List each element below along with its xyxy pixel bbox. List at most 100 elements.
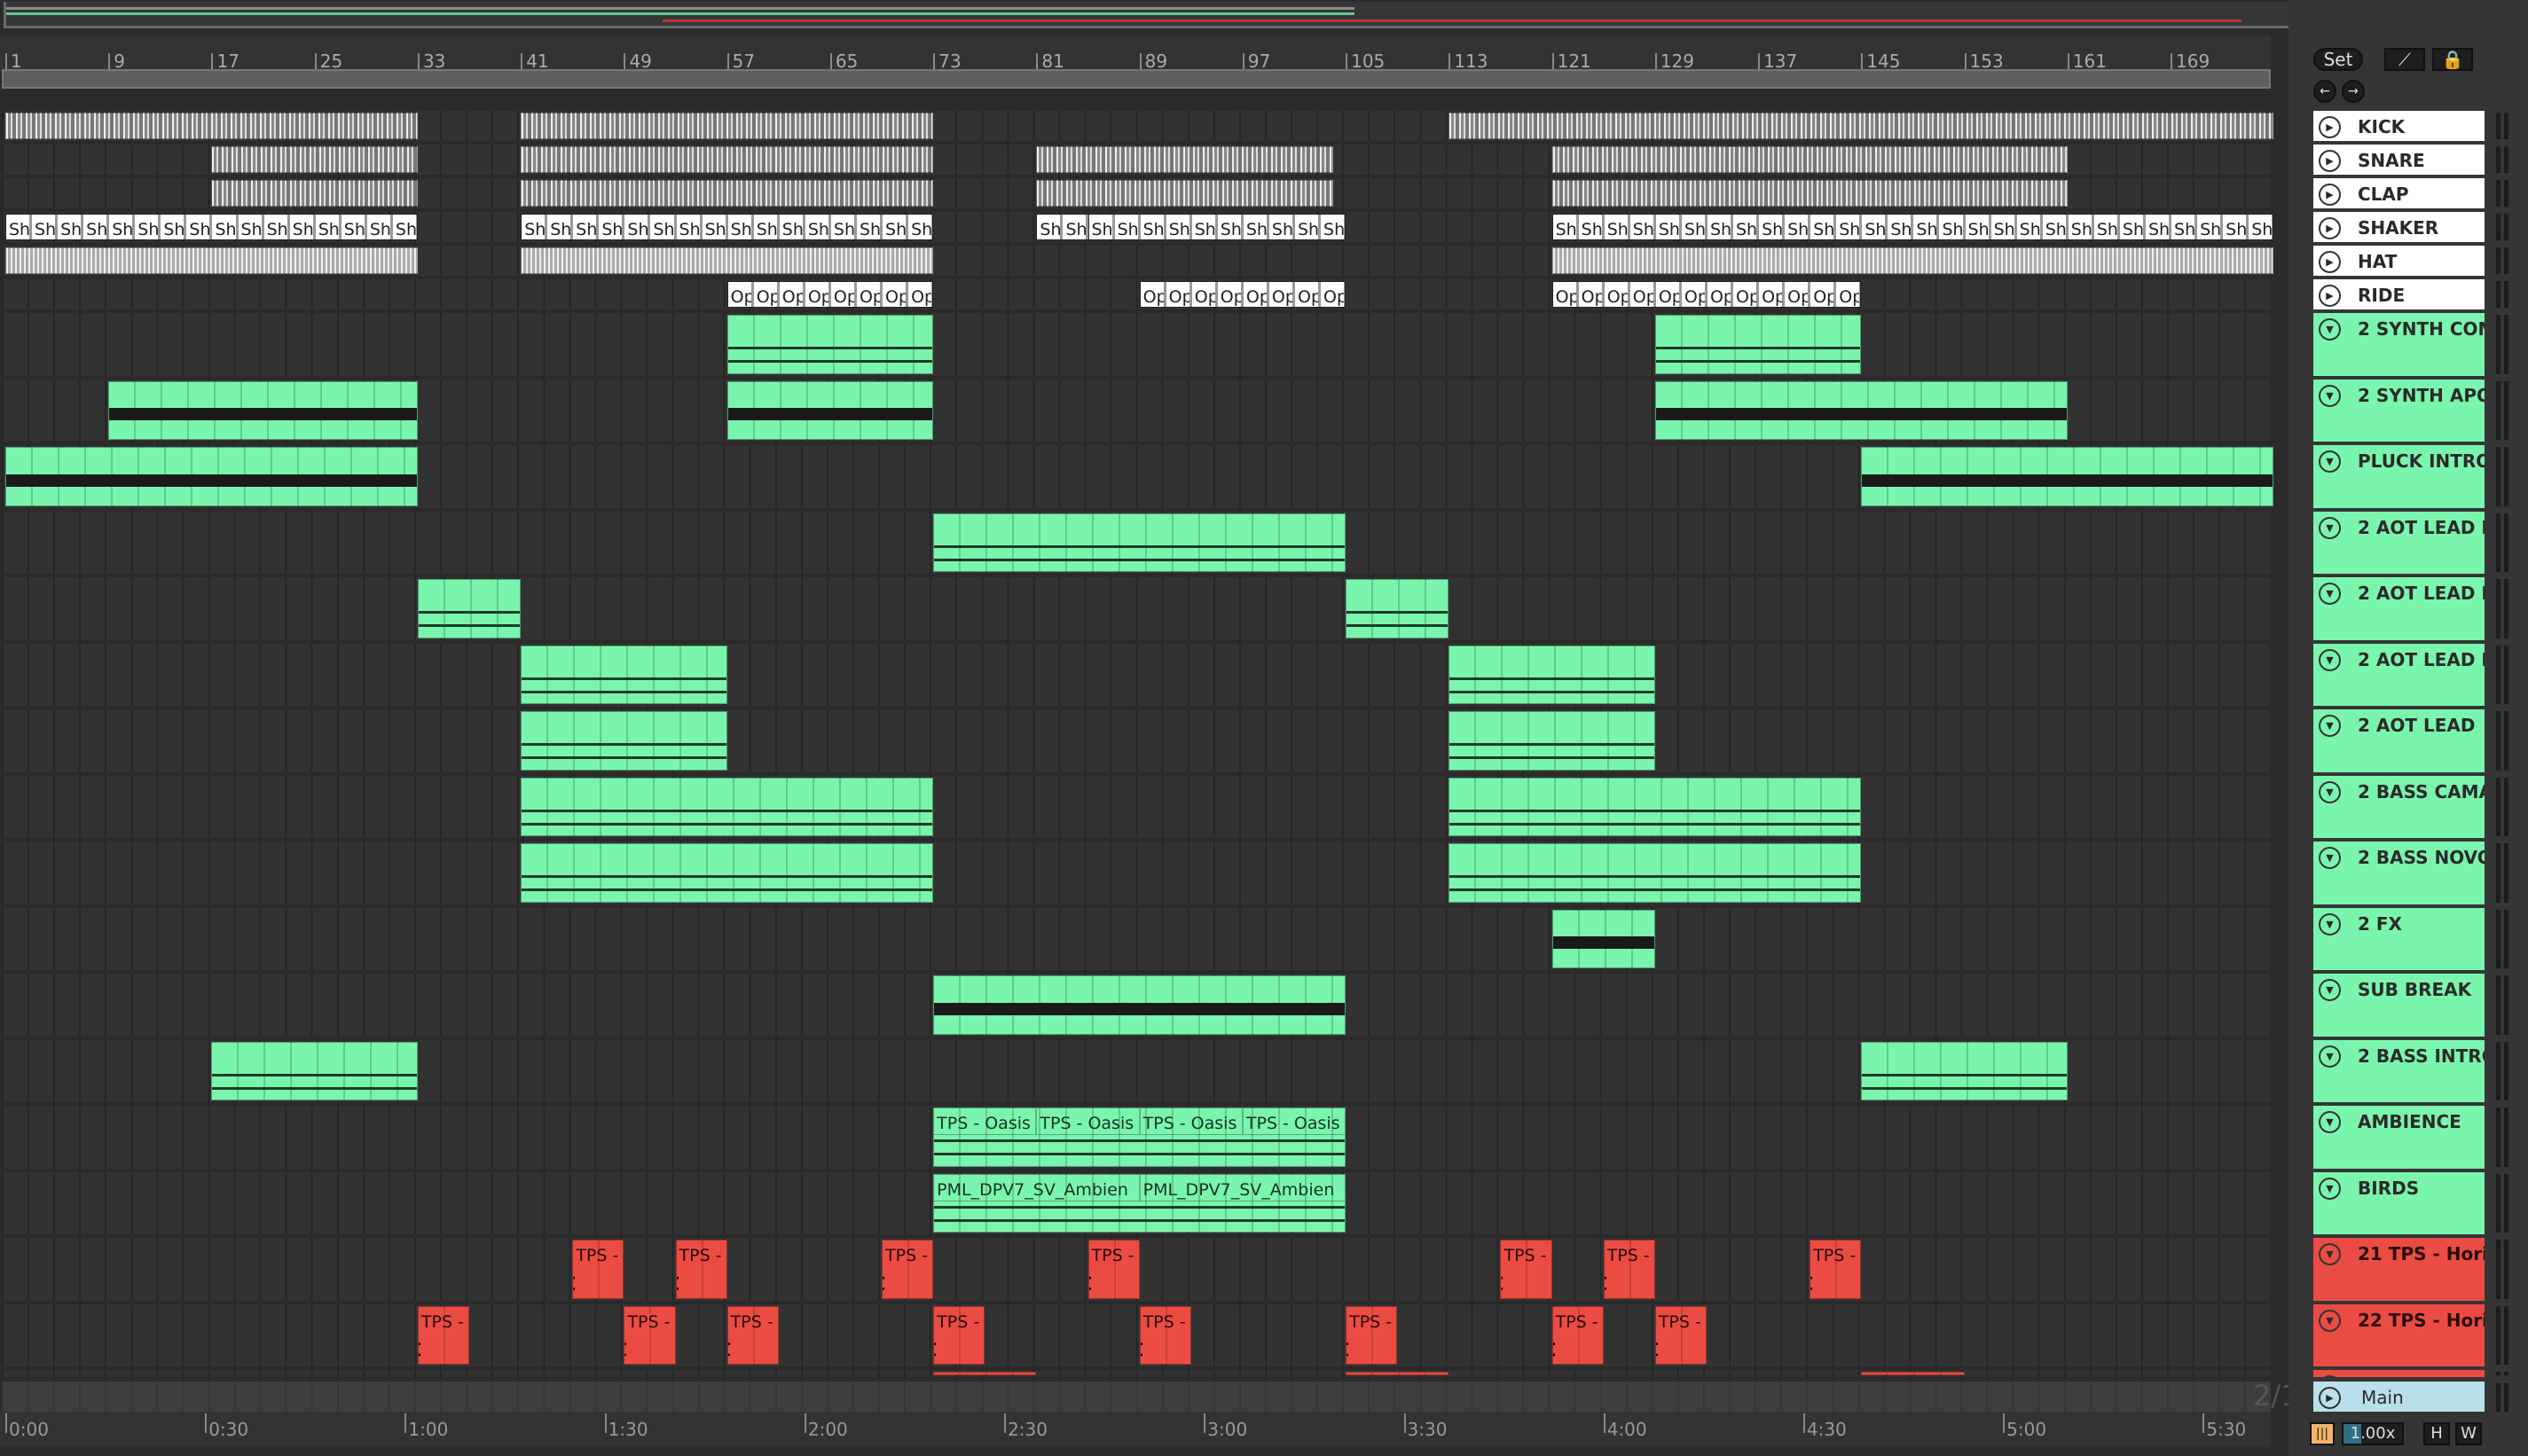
loop-bar[interactable] [2,69,2271,89]
fold-icon[interactable]: ▼ [2319,450,2341,473]
clip[interactable]: PML_DPV7_SV_Ambien PML_DPV7_SV_Ambien [933,1173,1346,1233]
clip[interactable] [1861,1372,1965,1375]
track-header[interactable]: ▼ 22 TPS - Horiz [2313,1303,2485,1366]
fold-icon[interactable]: ▼ [2319,912,2341,935]
clip[interactable] [417,579,522,638]
track-header[interactable]: ▼ 2 BASS CAMAD [2313,775,2485,838]
clip[interactable] [726,315,934,374]
lock-button[interactable]: 🔒 [2432,48,2473,71]
clip[interactable]: TPS - [1551,1305,1604,1365]
fold-icon[interactable]: ▼ [2319,1177,2341,1200]
drum-clip[interactable]: Sh Sh Sh Sh Sh Sh Sh Sh Sh Sh Sh Sh Sh Sh Sh Sh [521,214,934,240]
track-lane[interactable] [2,178,2271,208]
drum-clip[interactable] [1448,113,2274,139]
clip[interactable]: TPS - [1603,1240,1655,1299]
track-lane[interactable] [2,643,2271,706]
drum-clip[interactable] [5,113,418,139]
clip[interactable]: TPS - [1500,1240,1552,1299]
clip[interactable]: TPS - [624,1305,676,1365]
drum-clip[interactable] [521,113,934,139]
track-header[interactable]: ▼ 21 TPS - Horiz [2313,1238,2485,1301]
w-button[interactable]: W [2455,1422,2482,1445]
clip[interactable] [5,447,418,506]
clip[interactable] [933,513,1346,572]
track-lane[interactable] [2,577,2271,640]
drum-clip[interactable] [1551,247,2274,274]
clip[interactable] [933,1372,1037,1375]
track-header[interactable]: ▼ 2 SYNTH COM [2313,313,2485,376]
draw-mode-button[interactable]: ⟋ [2384,48,2425,71]
clip[interactable]: TPS - [933,1305,985,1365]
clip[interactable] [1654,315,1862,374]
drum-clip[interactable] [521,146,934,173]
clip[interactable] [521,777,934,836]
track-header[interactable]: ▼ 2 AOT LEAD M [2313,511,2485,574]
clip[interactable] [1861,1041,2068,1100]
clip[interactable] [1346,1372,1449,1375]
track-lane[interactable]: Sh Sh Sh Sh Sh Sh Sh Sh Sh Sh Sh Sh Sh Sh Sh Sh Sh Sh Sh Sh… [2,212,2274,242]
track-header[interactable]: ▼ 2 BASS INTRO [2313,1039,2485,1102]
track-lane[interactable] [2,1370,2271,1377]
drum-clip[interactable] [1036,146,1333,173]
play-icon[interactable]: ▶ [2319,150,2341,172]
track-header[interactable]: ▼ SUB BREAK [2313,974,2485,1037]
clip[interactable]: TPS - [572,1240,624,1299]
track-header[interactable]: ▼ AMBIENCE [2313,1106,2485,1169]
play-icon[interactable]: ▶ [2319,217,2341,239]
clip[interactable] [1448,843,1862,903]
drum-clip[interactable] [211,146,418,173]
clip[interactable] [1654,380,2068,440]
track-lane[interactable]: TPS - TPS - TPS - TPS - TPS - TPS - TPS - [2,1238,2271,1301]
clip[interactable]: TPS - Oasis TPS - Oasis TPS - Oasis TPS - O… [933,1108,1346,1167]
track-header[interactable]: ▼ 2 AOT LEAD M [2313,577,2485,640]
fold-icon[interactable]: ▼ [2319,384,2341,407]
clip[interactable] [1861,447,2274,506]
clip[interactable] [726,380,934,440]
arrow-right-icon[interactable]: → [2342,80,2365,103]
fold-icon[interactable]: ▼ [2319,780,2341,803]
track-lane[interactable] [2,907,2271,970]
drum-clip[interactable]: Op Op Op Op Op Op Op Op [726,281,934,308]
clip[interactable]: TPS - [1810,1240,1862,1299]
fold-icon[interactable]: ▼ [2319,1111,2341,1133]
fold-icon[interactable]: ▼ [2319,1309,2341,1332]
arrangement-overview[interactable] [4,2,2452,28]
track-header[interactable]: ▼ 2 FX [2313,907,2485,970]
track-lane[interactable] [2,111,2274,141]
fold-icon[interactable]: ▼ [2319,1375,2341,1377]
play-icon[interactable]: ▶ [2319,285,2341,307]
drum-clip[interactable] [1551,180,2068,207]
track-header-main[interactable]: ▶ Main [2313,1382,2485,1412]
drum-clip[interactable]: Op Op Op Op Op Op Op Op Op Op Op Op [1551,281,1862,308]
track-header[interactable]: ▼ BIRDS [2313,1171,2485,1234]
track-lane[interactable] [2,313,2271,376]
time-ruler[interactable]: 0:00 0:30 1:00 1:30 2:00 2:30 3:00 3:30 4:00 4:30… [0,1412,2271,1447]
clip[interactable]: TPS - [1654,1305,1707,1365]
fold-icon[interactable]: ▼ [2319,979,2341,1001]
fold-icon[interactable]: ▼ [2319,1243,2341,1265]
track-lane[interactable] [2,709,2271,772]
clip[interactable]: TPS - [1087,1240,1140,1299]
track-header[interactable]: ▶ SHAKER [2313,212,2485,242]
track-lane[interactable]: PML_DPV7_SV_Ambien PML_DPV7_SV_Ambien [2,1171,2271,1234]
clip[interactable] [1551,909,1655,968]
clip[interactable] [521,843,934,903]
track-lane[interactable] [2,145,2271,175]
track-lane[interactable]: TPS - Oasis TPS - Oasis TPS - Oasis TPS - O… [2,1106,2271,1169]
track-header[interactable]: ▼ 2 AOT LEAD M [2313,643,2485,706]
track-header[interactable]: ▼ 2 BASS NOVO [2313,842,2485,904]
track-header[interactable]: ▶ KICK [2313,111,2485,141]
clip[interactable] [211,1041,418,1100]
main-track-lane[interactable] [2,1382,2271,1412]
clip[interactable] [521,711,727,771]
track-lane[interactable] [2,511,2271,574]
track-header[interactable]: ▼ 23 TPS - Horiz [2313,1370,2485,1377]
clip[interactable] [108,380,418,440]
drum-clip[interactable]: Sh Sh Sh Sh Sh Sh Sh Sh Sh Sh Sh Sh [1036,214,1346,240]
track-lane[interactable] [2,842,2271,904]
drum-clip[interactable]: Sh Sh Sh Sh Sh Sh Sh Sh Sh Sh Sh Sh Sh Sh Sh Sh [5,214,418,240]
beat-ruler[interactable]: 1 9 17 25 33 41 49 57 65 73 81 89 97 105 113 121 129 137 1… [0,35,2271,73]
clip[interactable]: TPS - [675,1240,727,1299]
clip[interactable]: TPS - [1139,1305,1191,1365]
fold-icon[interactable]: ▼ [2319,516,2341,539]
